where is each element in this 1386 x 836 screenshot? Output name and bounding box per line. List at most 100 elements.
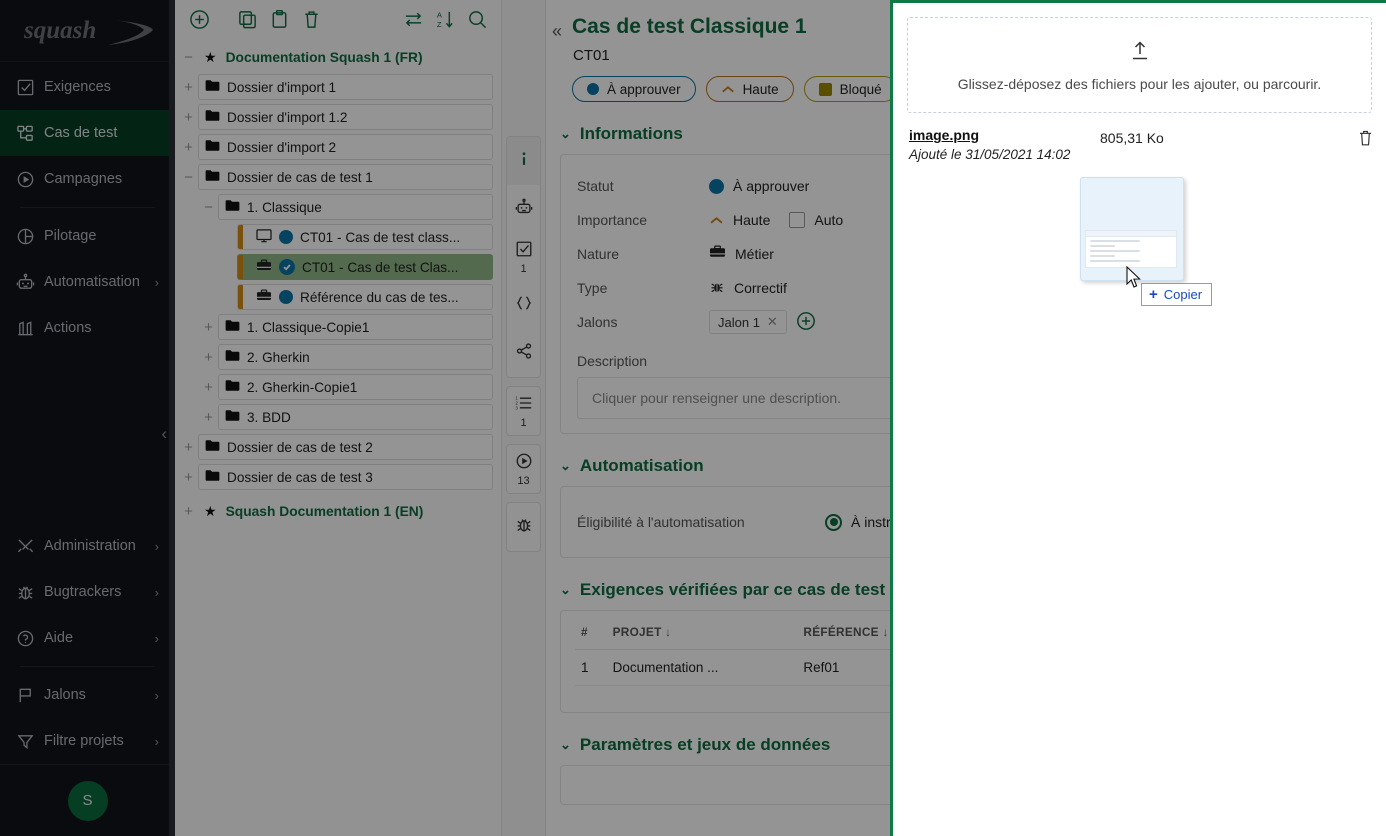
tree-node-folder[interactable]: Dossier de cas de test 3 [198,464,493,490]
paste-icon[interactable] [263,4,295,34]
svg-text:squash: squash [23,17,96,44]
tree-toggle[interactable]: + [199,409,218,426]
section-exigences-header[interactable]: ⌄ Exigences vérifiées par ce cas de test [560,580,890,600]
file-dropzone[interactable]: Glissez-déposez des fichiers pour les aj… [907,17,1372,113]
funnel-icon [16,732,44,751]
sidebar-item-cas-de-test[interactable]: Cas de test [0,110,175,156]
rail-bugs-tab[interactable] [507,503,540,551]
field-label: Type [577,280,709,296]
tree-node-folder[interactable]: Dossier d'import 1 [198,74,493,100]
rail-share-tab[interactable] [507,329,540,377]
search-icon[interactable] [461,4,493,34]
table-row[interactable]: 1 Documentation ... Ref01 Exigence [575,650,890,686]
section-title: Automatisation [580,456,704,476]
sidebar-item-pilotage[interactable]: Pilotage [0,213,175,259]
tree-node-testcase[interactable]: CT01 - Cas de test class... [237,224,493,250]
tools-icon [16,537,44,556]
auto-checkbox[interactable] [789,212,805,228]
column-header-reference[interactable]: RÉFÉRENCE ↓ [797,617,890,650]
auto-checkbox-label: Auto [814,212,843,228]
play-circle-icon [16,170,44,189]
field-value-wrap[interactable]: À approuver [709,178,809,194]
status-badge[interactable]: À approuver [572,76,696,102]
tree-toggle[interactable]: + [179,79,198,96]
trash-icon[interactable] [1357,129,1374,152]
move-icon[interactable] [397,4,429,34]
tree-node-folder[interactable]: Dossier de cas de test 2 [198,434,493,460]
rail-executions-tab[interactable]: 13 [507,445,540,493]
section-automatisation-header[interactable]: ⌄ Automatisation [560,456,890,476]
tree-node-folder[interactable]: 2. Gherkin [218,344,493,370]
field-value-wrap[interactable]: Métier [709,245,774,263]
sidebar-item-label: Aide [44,630,155,646]
field-nature: Nature Métier [577,237,890,271]
sidebar-item-jalons[interactable]: Jalons › [0,672,175,718]
tree-toggle[interactable]: + [179,503,198,520]
tree-node-project[interactable]: ★ Documentation Squash 1 (FR) [198,44,501,70]
tree-node-folder[interactable]: Dossier de cas de test 1 [198,164,493,190]
section-informations-header[interactable]: ⌄ Informations [560,124,890,144]
field-value-wrap[interactable]: À instruire [825,514,890,531]
tree-toggle[interactable]: − [179,169,198,186]
sidebar-item-aide[interactable]: Aide › [0,615,175,661]
add-jalon-button[interactable] [796,311,816,334]
sidebar-item-campagnes[interactable]: Campagnes [0,156,175,202]
tree-node-label: 2. Gherkin [247,350,310,365]
column-header-projet[interactable]: PROJET ↓ [607,617,798,650]
tree-toggle[interactable]: + [179,469,198,486]
blocked-badge[interactable]: Bloqué [804,76,890,102]
sidebar-item-automatisation[interactable]: Automatisation › [0,259,175,305]
tree-toggle[interactable]: + [179,439,198,456]
field-value-wrap[interactable]: Haute Auto [709,212,843,228]
tree-toggle[interactable]: + [199,349,218,366]
delete-icon[interactable] [295,4,327,34]
rail-steps-tab[interactable]: 123 1 [507,387,540,435]
tree-toggle[interactable]: + [199,319,218,336]
test-case-tree-panel: AZ − ★ Documentation Squash 1 (FR) [175,0,502,836]
flag-icon [16,686,44,705]
tree-toggle[interactable]: − [199,199,218,216]
tree-node-project[interactable]: ★ Squash Documentation 1 (EN) [198,498,501,524]
description-input[interactable]: Cliquer pour renseigner une description. [577,377,890,419]
rail-info-tab[interactable] [507,137,540,185]
sidebar-item-exigences[interactable]: Exigences [0,64,175,110]
rail-automation-tab[interactable] [507,185,540,233]
importance-badge[interactable]: Haute [706,76,794,102]
app-logo[interactable]: squash [0,0,175,62]
field-label: Statut [577,178,709,194]
svg-text:3: 3 [515,405,518,410]
jalon-tag[interactable]: Jalon 1 ✕ [709,310,787,334]
tree-node-testcase[interactable]: Référence du cas de tes... [237,284,493,310]
tree-toggle[interactable]: + [179,109,198,126]
tree-node-folder[interactable]: Dossier d'import 2 [198,134,493,160]
sort-az-icon[interactable]: AZ [429,4,461,34]
tree-toggle[interactable]: + [179,139,198,156]
tree-toggle[interactable]: − [179,49,198,66]
collapse-detail-icon[interactable]: « [552,22,562,40]
tree-node-folder[interactable]: 2. Gherkin-Copie1 [218,374,493,400]
tree-row: − 1. Classique [175,192,501,222]
sidebar-item-filtre-projets[interactable]: Filtre projets › [0,718,175,764]
sidebar-item-administration[interactable]: Administration › [0,523,175,569]
info-icon [515,150,533,173]
add-icon[interactable] [183,4,215,34]
tree-node-folder[interactable]: 1. Classique [218,194,493,220]
tree-node-folder[interactable]: 1. Classique-Copie1 [218,314,493,340]
tree-node-folder[interactable]: 3. BDD [218,404,493,430]
tree-toggle[interactable]: + [199,379,218,396]
sidebar-collapse-button[interactable]: ‹ [161,425,167,442]
tree-node-label: Squash Documentation 1 (EN) [226,504,424,519]
tree-node-folder[interactable]: Dossier d'import 1.2 [198,104,493,130]
chevron-down-icon: ⌄ [560,582,571,598]
section-parametres-header[interactable]: ⌄ Paramètres et jeux de données [560,735,890,755]
rail-parameters-tab[interactable] [507,281,540,329]
field-label: Importance [577,212,709,228]
rail-requirements-tab[interactable]: 1 [507,233,540,281]
close-icon[interactable]: ✕ [767,314,778,330]
copy-icon[interactable] [231,4,263,34]
avatar[interactable]: S [68,781,108,821]
tree-node-testcase-selected[interactable]: CT01 - Cas de test Clas... [237,254,493,280]
sidebar-item-bugtrackers[interactable]: Bugtrackers › [0,569,175,615]
sidebar-item-actions[interactable]: Actions [0,305,175,351]
field-value-wrap[interactable]: Correctif [709,279,787,298]
